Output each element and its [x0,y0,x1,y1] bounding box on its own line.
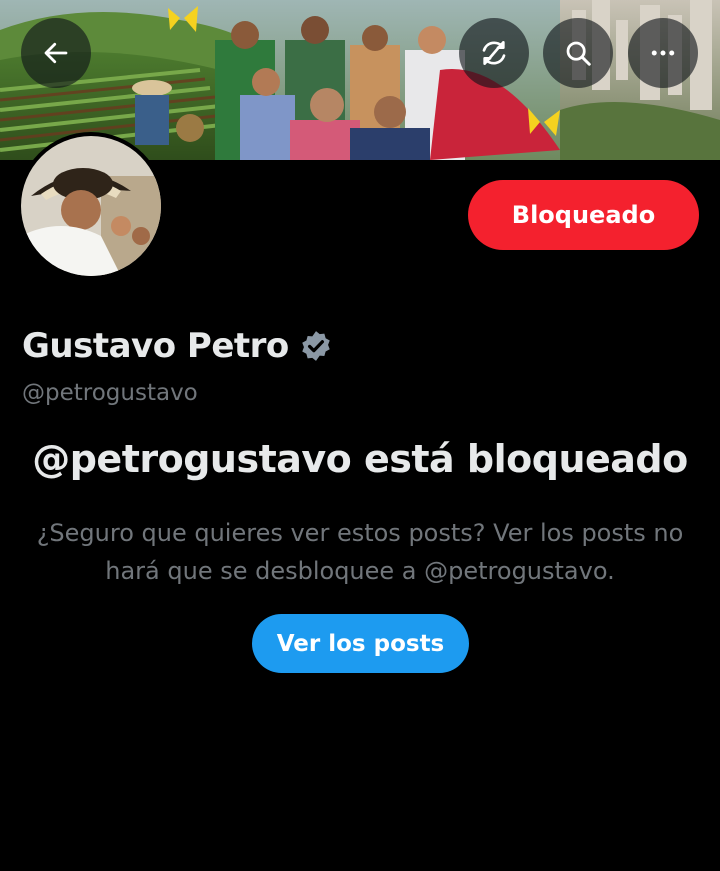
profile-name-row: Gustavo Petro [22,326,333,366]
profile-handle: @petrogustavo [22,380,198,406]
refresh-button[interactable] [459,18,529,88]
blocked-title: @petrogustavo está bloqueado [32,437,688,481]
search-button[interactable] [543,18,613,88]
view-posts-button[interactable]: Ver los posts [252,614,469,673]
more-horizontal-icon [651,50,675,56]
more-button[interactable] [628,18,698,88]
blocked-description: ¿Seguro que quieres ver estos posts? Ver… [36,519,684,585]
arrow-left-icon [44,42,68,64]
avatar-image [21,136,161,276]
back-button[interactable] [21,18,91,88]
profile-name: Gustavo Petro [22,326,289,366]
refresh-slash-icon [482,41,506,65]
verified-badge-icon [302,331,330,361]
avatar[interactable] [17,132,165,280]
search-icon [566,41,591,66]
blocked-button[interactable]: Bloqueado [468,180,699,250]
